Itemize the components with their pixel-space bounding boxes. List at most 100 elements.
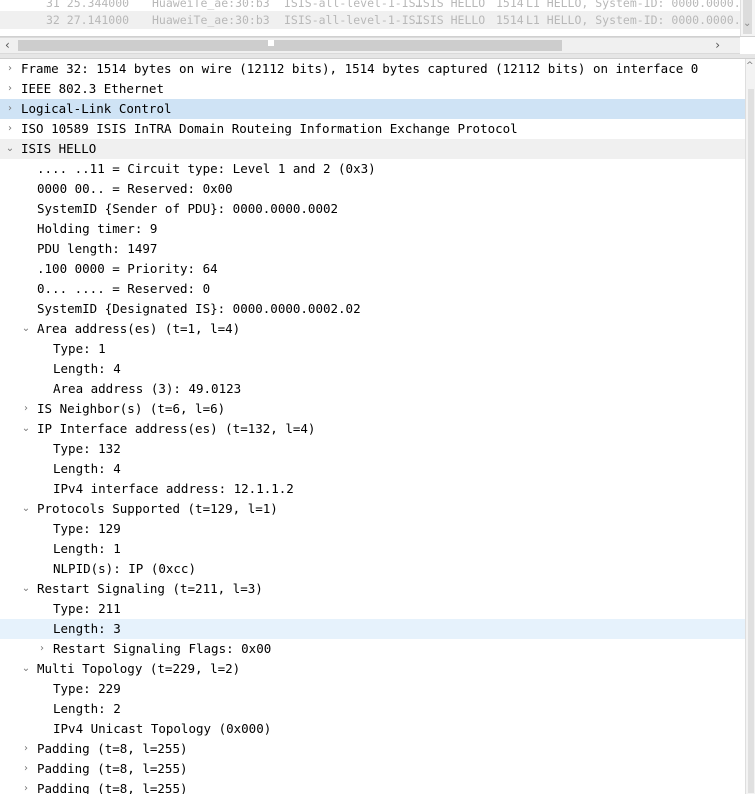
tree-item[interactable]: ⌄ Protocols Supported (t=129, l=1) — [0, 499, 745, 519]
tree-item[interactable]: › ISO 10589 ISIS InTRA Domain Routeing In… — [0, 119, 745, 139]
tree-item[interactable]: › Logical-Link Control — [0, 99, 745, 119]
expand-arrow-icon[interactable]: ⌄ — [20, 319, 32, 339]
packet-destination: ISIS-all-level-1-IS… — [284, 13, 423, 27]
scroll-up-icon[interactable]: ^ — [746, 61, 754, 71]
expand-arrow-icon[interactable]: ⌄ — [20, 659, 32, 679]
scroll-left-icon[interactable]: ‹ — [5, 38, 10, 53]
tree-item[interactable]: Length: 2 — [0, 699, 745, 719]
tree-item[interactable]: Type: 132 — [0, 439, 745, 459]
tree-item[interactable]: Length: 1 — [0, 539, 745, 559]
tree-item[interactable]: Type: 129 — [0, 519, 745, 539]
expand-arrow-icon[interactable]: ⌄ — [20, 499, 32, 519]
tree-item[interactable]: › Restart Signaling Flags: 0x00 — [0, 639, 745, 659]
tree-item-label: SystemID {Sender of PDU}: 0000.0000.0002 — [37, 201, 339, 216]
tree-item-label: 0... .... = Reserved: 0 — [37, 281, 211, 296]
details-vertical-scrollbar[interactable]: ^ — [745, 59, 755, 794]
tree-item[interactable]: Area address (3): 49.0123 — [0, 379, 745, 399]
tree-item[interactable]: › IS Neighbor(s) (t=6, l=6) — [0, 399, 745, 419]
tree-item[interactable]: › Padding (t=8, l=255) — [0, 779, 745, 794]
tree-item[interactable]: SystemID {Sender of PDU}: 0000.0000.0002 — [0, 199, 745, 219]
collapse-arrow-icon[interactable]: › — [4, 119, 16, 139]
scrollbar-grip — [268, 40, 274, 46]
tree-item-label: NLPID(s): IP (0xcc) — [53, 561, 196, 576]
collapse-arrow-icon[interactable]: › — [4, 59, 16, 79]
tree-item[interactable]: .100 0000 = Priority: 64 — [0, 259, 745, 279]
packet-source: HuaweiTe_ae:30:b3 — [152, 13, 270, 27]
tree-item-label: Type: 229 — [53, 681, 121, 696]
collapse-arrow-icon[interactable]: › — [20, 759, 32, 779]
packet-row[interactable]: 32 27.141000 HuaweiTe_ae:30:b3 ISIS-all-… — [0, 11, 748, 29]
expand-arrow-icon[interactable]: ⌄ — [20, 579, 32, 599]
tree-item[interactable]: Type: 229 — [0, 679, 745, 699]
tree-item-label: Type: 129 — [53, 521, 121, 536]
tree-item-label: IPv4 Unicast Topology (0x000) — [53, 721, 272, 736]
tree-item[interactable]: › IEEE 802.3 Ethernet — [0, 79, 745, 99]
packet-length: 1514 — [496, 13, 524, 27]
tree-item-label: Holding timer: 9 — [37, 221, 158, 236]
collapse-arrow-icon[interactable]: › — [4, 99, 16, 119]
tree-item-label: PDU length: 1497 — [37, 241, 158, 256]
tree-item[interactable]: 0... .... = Reserved: 0 — [0, 279, 745, 299]
tree-item[interactable]: ⌄ Restart Signaling (t=211, l=3) — [0, 579, 745, 599]
tree-item[interactable]: 0000 00.. = Reserved: 0x00 — [0, 179, 745, 199]
tree-item[interactable]: Length: 4 — [0, 459, 745, 479]
tree-item-label: Frame 32: 1514 bytes on wire (12112 bits… — [21, 61, 699, 76]
packet-list[interactable]: 31 25.344000 HuaweiTe_ae:30:b3 ISIS-all-… — [0, 0, 755, 37]
tree-item[interactable]: .... ..11 = Circuit type: Level 1 and 2 … — [0, 159, 745, 179]
tree-item[interactable]: ⌄ IP Interface address(es) (t=132, l=4) — [0, 419, 745, 439]
scrollbar-thumb[interactable] — [18, 40, 562, 51]
tree-item[interactable]: NLPID(s): IP (0xcc) — [0, 559, 745, 579]
tree-item[interactable]: PDU length: 1497 — [0, 239, 745, 259]
packet-list-vertical-scrollbar[interactable]: ⌄ — [740, 0, 755, 36]
expand-arrow-icon[interactable]: ⌄ — [20, 419, 32, 439]
tree-item[interactable]: SystemID {Designated IS}: 0000.0000.0002… — [0, 299, 745, 319]
tree-item-label: IP Interface address(es) (t=132, l=4) — [37, 421, 316, 436]
tree-item[interactable]: › Padding (t=8, l=255) — [0, 759, 745, 779]
collapse-arrow-icon[interactable]: › — [20, 739, 32, 759]
tree-item-label: Padding (t=8, l=255) — [37, 781, 188, 794]
tree-item-label: IEEE 802.3 Ethernet — [21, 81, 164, 96]
tree-item-label: Length: 4 — [53, 361, 121, 376]
tree-item[interactable]: › Frame 32: 1514 bytes on wire (12112 bit… — [0, 59, 745, 79]
tree-item-label: Type: 132 — [53, 441, 121, 456]
tree-item[interactable]: Type: 1 — [0, 339, 745, 359]
tree-item[interactable]: ⌄ ISIS HELLO — [0, 139, 745, 159]
tree-item-label: Multi Topology (t=229, l=2) — [37, 661, 241, 676]
scroll-down-icon[interactable]: ⌄ — [743, 18, 751, 29]
tree-item-label: Type: 1 — [53, 341, 106, 356]
tree-item-label: .... ..11 = Circuit type: Level 1 and 2 … — [37, 161, 376, 176]
tree-item-label: Length: 1 — [53, 541, 121, 556]
tree-item[interactable]: Length: 3 — [0, 619, 745, 639]
tree-item-label: Length: 2 — [53, 701, 121, 716]
expand-arrow-icon[interactable]: ⌄ — [4, 139, 16, 159]
tree-item[interactable]: IPv4 Unicast Topology (0x000) — [0, 719, 745, 739]
collapse-arrow-icon[interactable]: › — [36, 639, 48, 659]
collapse-arrow-icon[interactable]: › — [20, 399, 32, 419]
packet-protocol: ISIS HELLO — [416, 13, 486, 27]
tree-item-label: ISIS HELLO — [21, 141, 97, 156]
horizontal-scrollbar[interactable]: ‹ › — [0, 37, 740, 54]
tree-item[interactable]: IPv4 interface address: 12.1.1.2 — [0, 479, 745, 499]
tree-item-label: .100 0000 = Priority: 64 — [37, 261, 218, 276]
packet-time: 32 27.141000 — [46, 13, 130, 27]
tree-item[interactable]: Holding timer: 9 — [0, 219, 745, 239]
collapse-arrow-icon[interactable]: › — [4, 79, 16, 99]
tree-item-label: Length: 4 — [53, 461, 121, 476]
tree-item[interactable]: › Padding (t=8, l=255) — [0, 739, 745, 759]
packet-details-tree[interactable]: › Frame 32: 1514 bytes on wire (12112 bit… — [0, 59, 745, 794]
tree-item-label: IS Neighbor(s) (t=6, l=6) — [37, 401, 226, 416]
tree-item[interactable]: Length: 4 — [0, 359, 745, 379]
tree-item-label: IPv4 interface address: 12.1.1.2 — [53, 481, 294, 496]
tree-item-label: 0000 00.. = Reserved: 0x00 — [37, 181, 233, 196]
tree-item-label: Restart Signaling Flags: 0x00 — [53, 641, 272, 656]
tree-item-label: Area address (3): 49.0123 — [53, 381, 242, 396]
tree-item[interactable]: Type: 211 — [0, 599, 745, 619]
tree-item[interactable]: ⌄ Area address(es) (t=1, l=4) — [0, 319, 745, 339]
scroll-right-icon[interactable]: › — [715, 38, 720, 53]
scrollbar-thumb[interactable] — [748, 89, 754, 793]
tree-item[interactable]: ⌄ Multi Topology (t=229, l=2) — [0, 659, 745, 679]
collapse-arrow-icon[interactable]: › — [20, 779, 32, 794]
tree-item-label: Area address(es) (t=1, l=4) — [37, 321, 241, 336]
tree-item-label: Type: 211 — [53, 601, 121, 616]
tree-item-label: ISO 10589 ISIS InTRA Domain Routeing Inf… — [21, 121, 518, 136]
